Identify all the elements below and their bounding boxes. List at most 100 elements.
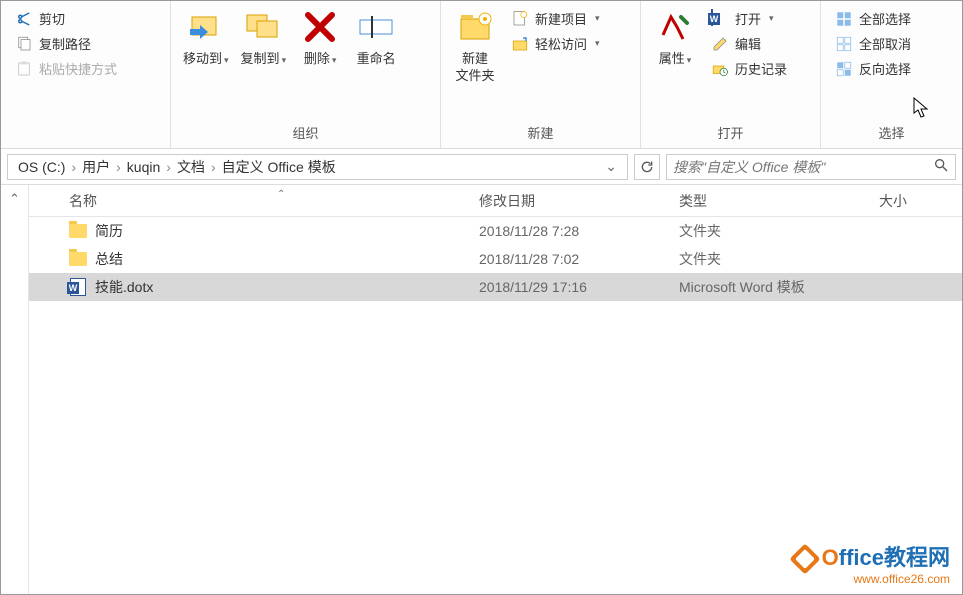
- nav-pane-collapse[interactable]: ⌃: [1, 185, 29, 594]
- refresh-button[interactable]: [634, 154, 660, 180]
- new-item-icon: [511, 10, 529, 28]
- column-header-size[interactable]: 大小: [879, 191, 962, 211]
- open-button[interactable]: 打开 ▾: [707, 7, 791, 30]
- copy-path-label: 复制路径: [39, 34, 91, 53]
- delete-button[interactable]: 删除▾: [292, 5, 348, 70]
- copy-to-icon: [243, 7, 283, 47]
- file-name: 总结: [95, 249, 123, 269]
- breadcrumb-item[interactable]: 用户: [78, 157, 114, 177]
- folder-icon: [69, 222, 87, 240]
- word-open-icon: [711, 10, 729, 28]
- dropdown-arrow-icon: ▾: [687, 55, 692, 65]
- properties-button[interactable]: 属性▾: [647, 5, 703, 70]
- paste-shortcut-label: 粘贴快捷方式: [39, 59, 117, 78]
- sort-ascending-icon: ⌃: [277, 189, 285, 200]
- select-group-label: 选择: [827, 121, 956, 146]
- chevron-right-icon: ›: [209, 159, 218, 175]
- delete-icon: [300, 7, 340, 47]
- cut-label: 剪切: [39, 9, 65, 28]
- dropdown-arrow-icon: ▾: [769, 13, 774, 24]
- breadcrumb-item[interactable]: 文档: [173, 157, 209, 177]
- copy-path-button[interactable]: 复制路径: [11, 32, 121, 55]
- watermark: Office教程网 www.office26.com: [794, 540, 950, 586]
- rename-button[interactable]: 重命名: [348, 5, 404, 70]
- paste-shortcut-button[interactable]: 粘贴快捷方式: [11, 57, 121, 80]
- new-folder-icon: [455, 7, 495, 47]
- search-box[interactable]: [666, 154, 956, 180]
- breadcrumb-item[interactable]: kuqin: [123, 159, 164, 175]
- search-icon[interactable]: [933, 157, 949, 176]
- new-group-label: 新建: [447, 121, 634, 146]
- cut-button[interactable]: 剪切: [11, 7, 121, 30]
- column-header-type[interactable]: 类型: [679, 191, 879, 211]
- word-template-icon: [69, 278, 87, 296]
- history-icon: [711, 60, 729, 78]
- folder-icon: [69, 250, 87, 268]
- breadcrumb-dropdown-icon[interactable]: ⌄: [601, 158, 621, 175]
- invert-selection-button[interactable]: 反向选择: [831, 57, 915, 80]
- scissors-icon: [15, 10, 33, 28]
- properties-label: 属性: [659, 51, 685, 66]
- move-to-button[interactable]: 移动到▾: [177, 5, 235, 70]
- file-rows: 简历 2018/11/28 7:28文件夹总结 2018/11/28 7:02文件夹…: [29, 217, 962, 594]
- rename-icon: [356, 7, 396, 47]
- ribbon: 剪切 复制路径 粘贴快捷方式 移动到▾: [1, 1, 962, 149]
- open-label: 打开: [735, 9, 761, 28]
- file-date: 2018/11/28 7:02: [479, 251, 679, 267]
- refresh-icon: [639, 159, 655, 175]
- content-area: ⌃ 名称 ⌃ 修改日期 类型 大小 简历 2018/11/28 7:28文件夹总结…: [1, 185, 962, 594]
- new-folder-button[interactable]: 新建 文件夹: [447, 5, 503, 87]
- easy-access-button[interactable]: 轻松访问 ▾: [507, 32, 604, 55]
- watermark-title-rest: ffice教程网: [839, 545, 950, 570]
- address-bar-row: OS (C:)› 用户› kuqin› 文档› 自定义 Office 模板 ⌄: [1, 149, 962, 185]
- edit-label: 编辑: [735, 34, 761, 53]
- file-date: 2018/11/29 17:16: [479, 279, 679, 295]
- new-item-label: 新建项目: [535, 9, 587, 28]
- copy-to-label: 复制到: [241, 51, 280, 66]
- ribbon-group-organize: 移动到▾ 复制到▾ 删除▾ 重命名 组织: [171, 1, 441, 148]
- chevron-right-icon: ›: [114, 159, 123, 175]
- open-group-label: 打开: [647, 121, 814, 146]
- move-to-label: 移动到: [183, 51, 222, 66]
- file-type: 文件夹: [679, 221, 879, 241]
- dropdown-arrow-icon: ▾: [282, 55, 287, 65]
- select-all-label: 全部选择: [859, 9, 911, 28]
- dropdown-arrow-icon: ▾: [595, 13, 600, 24]
- mouse-cursor-icon: [913, 97, 931, 119]
- move-to-icon: [186, 7, 226, 47]
- copy-path-icon: [15, 35, 33, 53]
- select-all-button[interactable]: 全部选择: [831, 7, 915, 30]
- ribbon-group-new: 新建 文件夹 新建项目 ▾ 轻松访问 ▾ 新建: [441, 1, 641, 148]
- edit-button[interactable]: 编辑: [707, 32, 791, 55]
- new-item-button[interactable]: 新建项目 ▾: [507, 7, 604, 30]
- watermark-title-prefix: O: [822, 545, 839, 570]
- history-label: 历史记录: [735, 59, 787, 78]
- column-header-date[interactable]: 修改日期: [479, 191, 679, 211]
- organize-group-label: 组织: [177, 121, 434, 146]
- file-name: 技能.dotx: [95, 277, 153, 297]
- new-folder-label: 新建 文件夹: [455, 51, 494, 85]
- select-none-icon: [835, 35, 853, 53]
- ribbon-group-clipboard: 剪切 复制路径 粘贴快捷方式: [1, 1, 171, 148]
- file-row[interactable]: 技能.dotx 2018/11/29 17:16Microsoft Word 模板: [29, 273, 962, 301]
- file-row[interactable]: 总结2018/11/28 7:02文件夹: [29, 245, 962, 273]
- chevron-up-icon: ⌃: [9, 191, 20, 207]
- search-input[interactable]: [673, 159, 933, 175]
- dropdown-arrow-icon: ▾: [224, 55, 229, 65]
- invert-selection-icon: [835, 60, 853, 78]
- history-button[interactable]: 历史记录: [707, 57, 791, 80]
- breadcrumb-item[interactable]: 自定义 Office 模板: [218, 157, 340, 177]
- file-date: 2018/11/28 7:28: [479, 223, 679, 239]
- easy-access-icon: [511, 35, 529, 53]
- delete-label: 删除: [304, 51, 330, 66]
- chevron-right-icon: ›: [69, 159, 78, 175]
- breadcrumb-item[interactable]: OS (C:): [14, 159, 69, 175]
- copy-to-button[interactable]: 复制到▾: [235, 5, 293, 70]
- select-none-button[interactable]: 全部取消: [831, 32, 915, 55]
- file-type: Microsoft Word 模板: [679, 277, 879, 297]
- file-row[interactable]: 简历 2018/11/28 7:28文件夹: [29, 217, 962, 245]
- column-header-name[interactable]: 名称 ⌃: [29, 191, 479, 211]
- file-name: 简历: [95, 221, 123, 241]
- properties-icon: [655, 7, 695, 47]
- breadcrumb[interactable]: OS (C:)› 用户› kuqin› 文档› 自定义 Office 模板 ⌄: [7, 154, 628, 180]
